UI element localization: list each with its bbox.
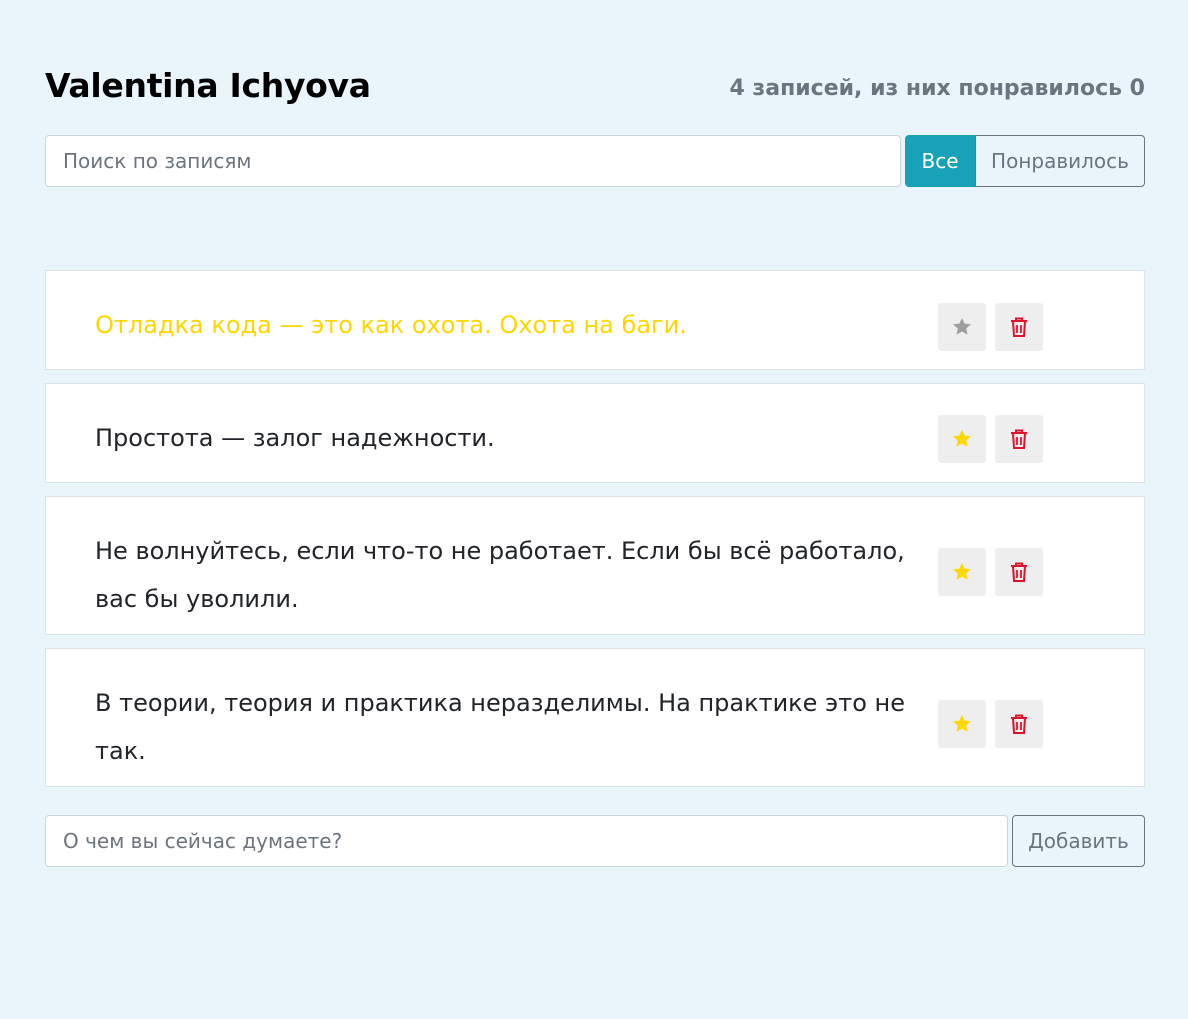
- star-icon: [951, 561, 973, 583]
- post-status-filter: Все Понравилось: [905, 135, 1145, 187]
- filter-all-button[interactable]: Все: [905, 135, 975, 187]
- post-text[interactable]: В теории, теория и практика неразделимы.…: [95, 679, 905, 775]
- star-icon: [951, 713, 973, 735]
- delete-button[interactable]: [995, 548, 1043, 596]
- like-button[interactable]: [938, 415, 986, 463]
- list-item: Не волнуйтесь, если что-то не работает. …: [45, 496, 1145, 635]
- new-post-input[interactable]: [45, 815, 1008, 867]
- add-post-button[interactable]: Добавить: [1012, 815, 1145, 867]
- like-button[interactable]: [938, 548, 986, 596]
- search-input[interactable]: [45, 135, 901, 187]
- star-icon: [951, 428, 973, 450]
- filter-liked-button[interactable]: Понравилось: [975, 135, 1145, 187]
- list-item: В теории, теория и практика неразделимы.…: [45, 648, 1145, 787]
- page-title: Valentina Ichyova: [45, 65, 371, 105]
- list-item: Простота — залог надежности.: [45, 383, 1145, 483]
- delete-button[interactable]: [995, 415, 1043, 463]
- delete-button[interactable]: [995, 700, 1043, 748]
- list-item: Отладка кода — это как охота. Охота на б…: [45, 270, 1145, 370]
- like-button[interactable]: [938, 303, 986, 351]
- post-text[interactable]: Отладка кода — это как охота. Охота на б…: [95, 301, 905, 349]
- trash-icon: [1009, 713, 1029, 735]
- trash-icon: [1009, 561, 1029, 583]
- post-stats: 4 записей, из них понравилось 0: [729, 75, 1145, 101]
- delete-button[interactable]: [995, 303, 1043, 351]
- star-icon: [951, 316, 973, 338]
- app-header: Valentina Ichyova 4 записей, из них понр…: [45, 60, 1145, 110]
- trash-icon: [1009, 428, 1029, 450]
- like-button[interactable]: [938, 700, 986, 748]
- trash-icon: [1009, 316, 1029, 338]
- search-panel: Все Понравилось: [45, 135, 1145, 187]
- post-text[interactable]: Не волнуйтесь, если что-то не работает. …: [95, 527, 905, 623]
- post-add-form: Добавить: [45, 815, 1145, 867]
- post-text[interactable]: Простота — залог надежности.: [95, 414, 905, 462]
